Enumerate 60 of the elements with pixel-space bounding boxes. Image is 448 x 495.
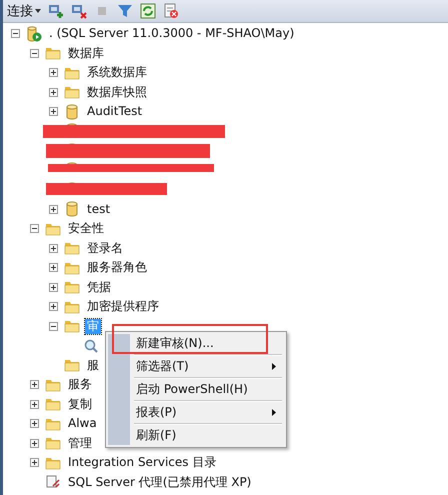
tree-item[interactable]: 数据库快照 — [85, 84, 149, 100]
expand-icon[interactable] — [49, 282, 58, 292]
menu-item[interactable]: 报表(P) — [136, 404, 177, 421]
database-icon — [64, 201, 80, 218]
magnifier-icon — [83, 338, 99, 354]
expand-icon[interactable] — [49, 204, 58, 214]
expand-icon[interactable] — [30, 400, 39, 409]
expand-icon[interactable] — [49, 68, 58, 78]
menu-item[interactable]: 筛选器(T) — [136, 358, 189, 375]
folder-icon — [64, 279, 80, 296]
collapse-icon[interactable] — [30, 48, 39, 58]
collapse-icon[interactable] — [11, 29, 20, 38]
folder-icon — [64, 318, 80, 334]
tree-item[interactable]: 服 — [85, 358, 101, 373]
refresh-icon[interactable] — [140, 3, 156, 19]
tree-item[interactable]: 凭据 — [85, 280, 113, 295]
tree-item[interactable]: AuditTest — [85, 104, 144, 120]
expand-icon[interactable] — [49, 263, 58, 272]
folder-icon — [45, 45, 61, 62]
menu-item[interactable]: 刷新(F) — [136, 427, 176, 444]
folder-icon — [64, 357, 80, 374]
disconnect-icon[interactable] — [71, 3, 87, 19]
tree-item[interactable]: test — [85, 202, 112, 217]
connect-button[interactable]: 连接 — [7, 2, 41, 20]
tree-item[interactable]: Integration Services 目录 — [66, 455, 218, 470]
expand-icon[interactable] — [49, 107, 58, 116]
report-icon[interactable] — [163, 3, 179, 19]
connect-icon[interactable] — [48, 3, 64, 19]
tree-item[interactable]: 系统数据库 — [85, 65, 149, 80]
expand-icon[interactable] — [49, 302, 58, 312]
expand-icon[interactable] — [49, 244, 58, 253]
folder-icon — [64, 84, 80, 100]
tree-item[interactable]: 服务 — [66, 377, 94, 392]
folder-icon — [45, 435, 61, 452]
tree-item[interactable]: 复制 — [66, 396, 94, 412]
menu-item[interactable]: 新建审核(N)... — [136, 335, 214, 352]
expand-icon[interactable] — [49, 88, 58, 97]
collapse-icon[interactable] — [49, 322, 58, 331]
expand-icon[interactable] — [30, 419, 39, 428]
filter-icon[interactable] — [117, 3, 133, 19]
agent-icon — [45, 474, 61, 490]
caret-icon — [35, 9, 41, 13]
folder-icon — [64, 240, 80, 256]
tree-item[interactable]: 登录名 — [85, 240, 125, 256]
expand-icon[interactable] — [30, 438, 39, 448]
folder-icon — [45, 396, 61, 412]
expand-icon[interactable] — [30, 380, 39, 390]
database-icon — [64, 104, 80, 120]
tree-item[interactable]: . (SQL Server 11.0.3000 - MF-SHAO\May) — [47, 26, 296, 42]
tree-item[interactable]: 管理 — [66, 436, 94, 451]
server-icon — [26, 26, 42, 42]
tree-item[interactable]: 安全性 — [66, 221, 106, 236]
tree-item[interactable]: 加密提供程序 — [85, 299, 161, 314]
tree-item[interactable]: 服务器角色 — [85, 260, 149, 276]
tree-item[interactable]: 数据库 — [66, 46, 106, 61]
collapse-icon[interactable] — [30, 224, 39, 234]
tree-item[interactable]: SQL Server 代理(已禁用代理 XP) — [66, 474, 254, 490]
tree-item[interactable]: Alwa — [66, 416, 99, 432]
menu-item[interactable]: 启动 PowerShell(H) — [136, 381, 248, 398]
expand-icon[interactable] — [30, 458, 39, 468]
